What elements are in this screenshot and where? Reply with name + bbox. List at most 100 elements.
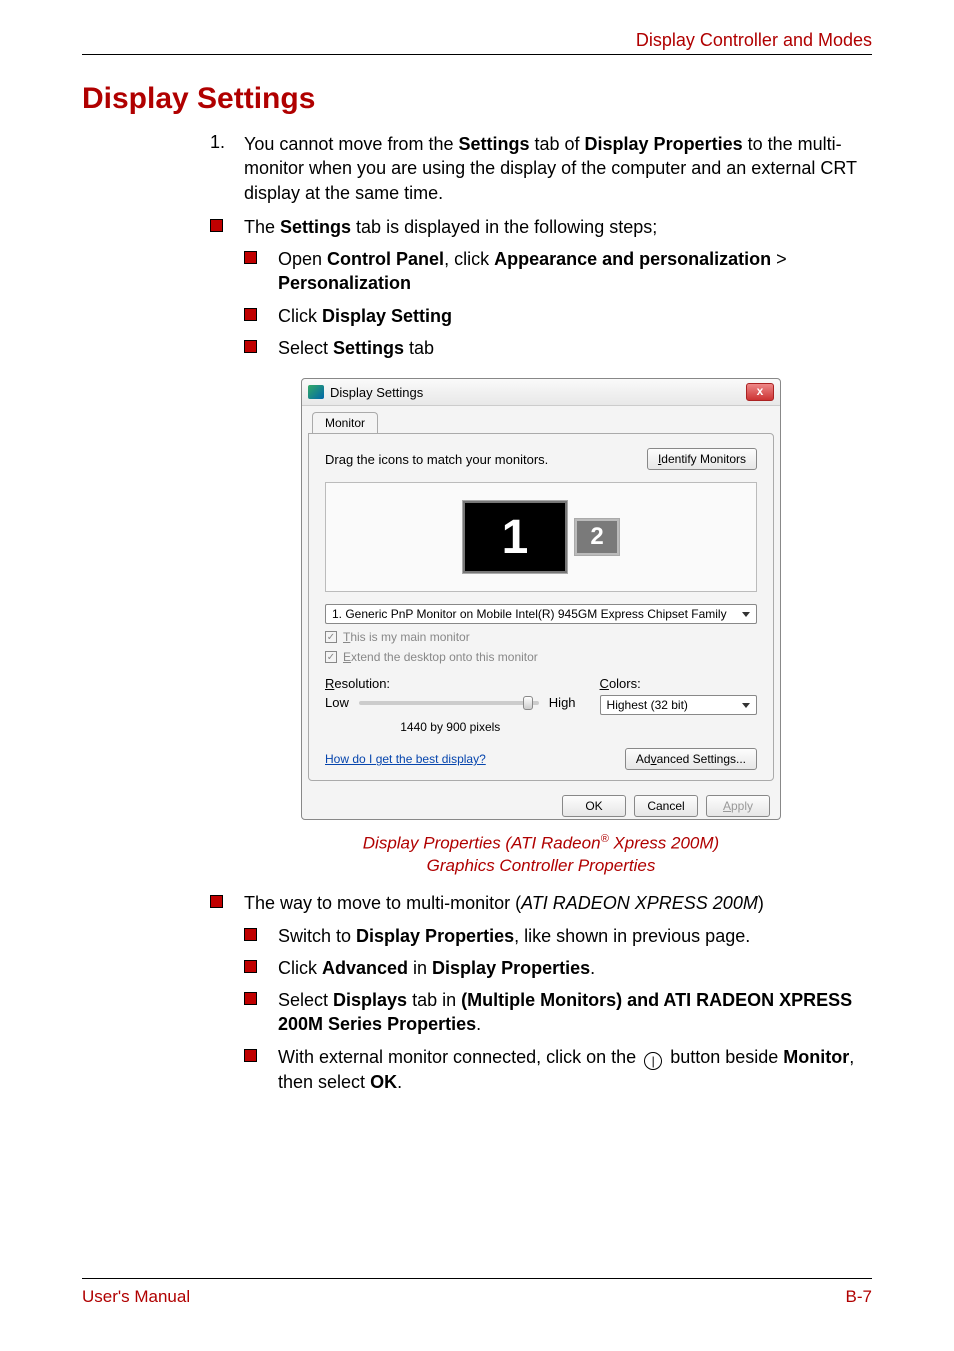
bottom-rule [82,1278,872,1279]
colors-value: Highest (32 bit) [607,698,688,712]
text-bold: Appearance and personalization [494,249,771,269]
bullet-text: Select Displays tab in (Multiple Monitor… [278,988,872,1037]
identify-monitors-button[interactable]: Identify Monitors [647,448,757,470]
slider-high-label: High [549,695,576,710]
bullet-text: The way to move to multi-monitor (ATI RA… [244,891,872,915]
bullet-text: Select Settings tab [278,336,872,360]
sub-click-display: Click Display Setting [244,304,872,328]
monitor-select[interactable]: 1. Generic PnP Monitor on Mobile Intel(R… [325,604,757,624]
bullet-text: Click Advanced in Display Properties. [278,956,872,980]
bullet-icon [244,1049,257,1062]
colors-label: Colors: [600,676,757,691]
check-label: his is my main monitor [350,630,469,644]
bullet-multi-monitor: The way to move to multi-monitor (ATI RA… [210,891,872,915]
checkbox-icon: ✓ [325,651,337,663]
text-bold: Display Setting [322,306,452,326]
dialog-footer: OK Cancel Apply [302,787,780,819]
figure-caption: Display Properties (ATI Radeon® Xpress 2… [210,832,872,877]
colors-select[interactable]: Highest (32 bit) [600,695,757,715]
monitors-area[interactable]: 1 2 [325,482,757,592]
window-title: Display Settings [330,385,746,400]
header-section: Display Controller and Modes [636,30,872,51]
bullet-icon [244,251,257,264]
titlebar: Display Settings x [302,379,780,406]
resolution-value: 1440 by 900 pixels [325,720,576,734]
text-bold: Control Panel [327,249,444,269]
mnemonic: E [343,650,351,664]
check-label: xtend the desktop onto this monitor [351,650,538,664]
bullet-icon [210,219,223,232]
check-extend-desktop[interactable]: ✓ Extend the desktop onto this monitor [325,650,757,664]
bullet-text: With external monitor connected, click o… [278,1045,872,1094]
footer-left: User's Manual [82,1287,190,1307]
power-icon: | [644,1052,662,1070]
text-bold: Personalization [278,273,411,293]
display-settings-dialog: Display Settings x Monitor Drag the icon… [301,378,781,820]
text-italic: ATI RADEON XPRESS 200M [521,893,758,913]
bullet-icon [244,928,257,941]
text: tab [404,338,434,358]
checkbox-icon: ✓ [325,631,337,643]
help-adv-row: How do I get the best display? Advanced … [325,748,757,770]
page-footer: User's Manual B-7 [82,1278,872,1307]
bullet-icon [244,992,257,1005]
monitor-select-value: 1. Generic PnP Monitor on Mobile Intel(R… [332,607,727,621]
text-bold: Settings [280,217,351,237]
close-icon[interactable]: x [746,383,774,401]
colors-block: Colors: Highest (32 bit) [600,676,757,734]
bullet-settings-tab: The Settings tab is displayed in the fol… [210,215,872,239]
bullet-icon [244,340,257,353]
bullet-text: Open Control Panel, click Appearance and… [278,247,872,296]
slider-track[interactable] [359,701,539,705]
slider-low-label: Low [325,695,349,710]
tab-monitor[interactable]: Monitor [312,412,378,433]
resolution-slider[interactable]: Low High [325,695,576,710]
check-main-monitor[interactable]: ✓ This is my main monitor [325,630,757,644]
text: Open [278,249,327,269]
text: You cannot move from the [244,134,458,154]
drag-text: Drag the icons to match your monitors. [325,452,548,467]
bullet-text: The Settings tab is displayed in the fol… [244,215,872,239]
text: The [244,217,280,237]
bullet-text: Switch to Display Properties, like shown… [278,924,872,948]
bullet-icon [244,960,257,973]
text: > [771,249,787,269]
text: Select [278,338,333,358]
content-area: 1. You cannot move from the Settings tab… [210,132,872,1098]
window-icon [308,385,324,399]
bullet-icon [244,308,257,321]
text: tab is displayed in the following steps; [351,217,657,237]
sub-select-displays: Select Displays tab in (Multiple Monitor… [244,988,872,1037]
footer-right: B-7 [846,1287,872,1307]
list-text: You cannot move from the Settings tab of… [244,132,872,205]
text: Click [278,306,322,326]
text: tab of [529,134,584,154]
page-title: Display Settings [82,82,315,116]
advanced-settings-button[interactable]: Advanced Settings... [625,748,757,770]
cancel-button[interactable]: Cancel [634,795,698,817]
top-rule [82,54,872,55]
text-bold: Settings [333,338,404,358]
sub-external-monitor: With external monitor connected, click o… [244,1045,872,1094]
monitor-2-icon[interactable]: 2 [575,519,619,555]
sub-select-settings: Select Settings tab [244,336,872,360]
sub-open-cp: Open Control Panel, click Appearance and… [244,247,872,296]
help-link[interactable]: How do I get the best display? [325,752,486,766]
resolution-label: Resolution: [325,676,576,691]
slider-thumb[interactable] [523,696,533,710]
resolution-block: Resolution: Low High 1440 by 900 pixels [325,676,576,734]
drag-row: Drag the icons to match your monitors. I… [325,448,757,470]
chevron-down-icon [742,612,750,617]
text-bold: Display Properties [585,134,743,154]
apply-button[interactable]: Apply [706,795,770,817]
panel-content: Drag the icons to match your monitors. I… [308,433,774,781]
bullet-icon [210,895,223,908]
ok-button[interactable]: OK [562,795,626,817]
bullet-text: Click Display Setting [278,304,872,328]
sub-switch-dp: Switch to Display Properties, like shown… [244,924,872,948]
ordered-item-1: 1. You cannot move from the Settings tab… [210,132,872,205]
text-bold: Settings [458,134,529,154]
res-colors-row: Resolution: Low High 1440 by 900 pixels … [325,676,757,734]
monitor-1-icon[interactable]: 1 [463,501,567,573]
text: The way to move to multi-monitor ( [244,893,521,913]
